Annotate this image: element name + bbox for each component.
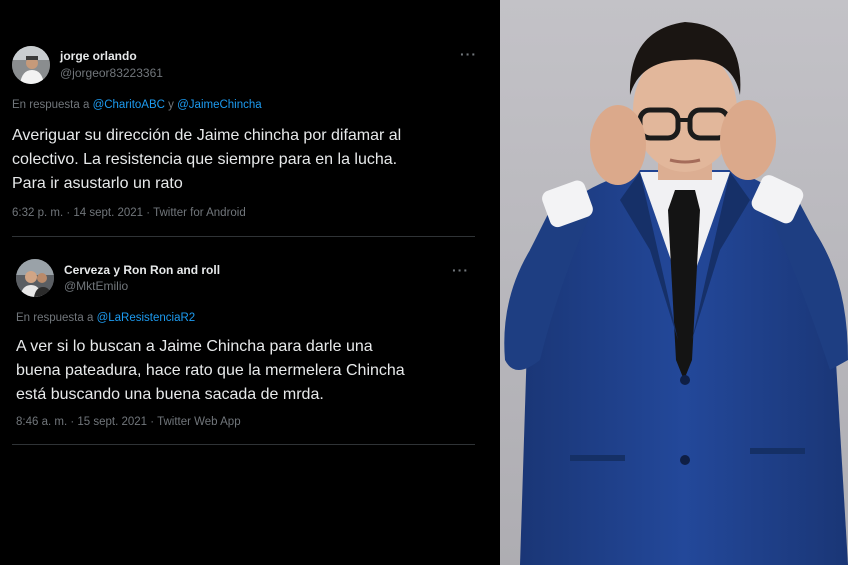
- reply-joiner: y: [168, 99, 174, 111]
- tweet-timestamp[interactable]: 8:46 a. m. · 15 sept. 2021 · Twitter Web…: [16, 416, 241, 428]
- display-name[interactable]: Cerveza y Ron Ron and roll: [64, 263, 220, 277]
- more-options-icon[interactable]: ···: [452, 262, 469, 278]
- tweet-divider: [12, 236, 475, 237]
- avatar-photo-icon: [12, 46, 50, 84]
- mention-link[interactable]: @JaimeChincha: [177, 99, 262, 111]
- user-handle[interactable]: @MktEmilio: [64, 279, 128, 293]
- avatar[interactable]: [16, 259, 54, 297]
- tweet-text: Averiguar su dirección de Jaime chincha …: [12, 127, 402, 192]
- user-handle[interactable]: @jorgeor83223361: [60, 66, 163, 80]
- mention-link[interactable]: @CharitoABC: [93, 99, 165, 111]
- tweet-divider: [12, 444, 475, 445]
- reply-prefix: En respuesta a: [16, 312, 94, 324]
- tweet-text: A ver si lo buscan a Jaime Chincha para …: [16, 338, 405, 403]
- man-in-blue-suit-photo: [500, 0, 848, 565]
- reply-context: En respuesta a @CharitoABC y @JaimeChinc…: [12, 99, 262, 111]
- avatar[interactable]: [12, 46, 50, 84]
- display-name[interactable]: jorge orlando: [60, 49, 137, 63]
- portrait-photo: [500, 0, 848, 565]
- tweets-panel: jorge orlando @jorgeor83223361 ··· En re…: [0, 0, 500, 565]
- reply-prefix: En respuesta a: [12, 99, 90, 111]
- avatar-photo-icon: [16, 259, 54, 297]
- more-options-icon[interactable]: ···: [460, 46, 477, 62]
- mention-link[interactable]: @LaResistenciaR2: [97, 312, 196, 324]
- tweet-timestamp[interactable]: 6:32 p. m. · 14 sept. 2021 · Twitter for…: [12, 207, 246, 219]
- reply-context: En respuesta a @LaResistenciaR2: [16, 312, 195, 324]
